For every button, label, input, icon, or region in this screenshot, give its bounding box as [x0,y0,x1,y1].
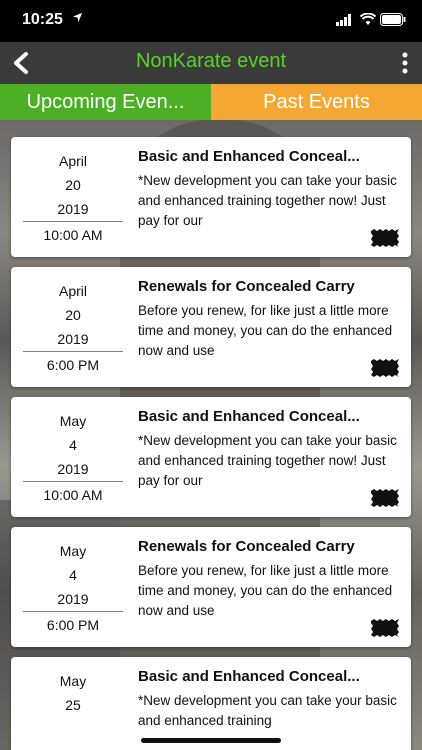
event-time: 6:00 PM [46,617,100,633]
event-time: 6:00 PM [46,357,100,373]
date-divider [23,481,123,482]
event-time: 10:00 AM [43,227,103,243]
more-options-icon[interactable] [402,51,408,75]
event-title: Basic and Enhanced Conceal... [138,408,360,425]
battery-icon [380,13,406,26]
date-divider [23,221,123,222]
event-badge-icon [371,619,399,637]
event-year: 2019 [57,331,89,347]
event-day: 25 [65,697,81,713]
event-date: May 4 2019 10:00 AM [23,409,123,507]
event-description: Before you renew, for like just a little… [138,563,393,618]
event-month: May [59,543,87,559]
event-card[interactable]: April 20 2019 6:00 PM Renewals for Conce… [11,267,411,387]
event-date: May 25 [23,669,123,717]
event-year: 2019 [57,591,89,607]
home-indicator[interactable] [141,738,281,743]
nav-bar: NonKarate event [0,42,422,84]
event-card[interactable]: May 4 2019 10:00 AM Basic and Enhanced C… [11,397,411,517]
wifi-icon [360,13,376,25]
event-date: May 4 2019 6:00 PM [23,539,123,637]
event-time: 10:00 AM [43,487,103,503]
event-description: Before you renew, for like just a little… [138,303,393,358]
status-time: 10:25 [22,11,63,28]
event-date: April 20 2019 10:00 AM [23,149,123,247]
event-badge-icon [371,359,399,377]
event-day: 4 [69,437,77,453]
location-arrow-icon [72,12,83,23]
event-title: Basic and Enhanced Conceal... [138,668,360,685]
event-description: *New development you can take your basic… [138,433,397,488]
event-day: 20 [65,177,81,193]
tab-upcoming-events[interactable]: Upcoming Even... [0,84,211,120]
event-card[interactable]: May 4 2019 6:00 PM Renewals for Conceale… [11,527,411,647]
tab-past-label: Past Events [263,90,370,113]
event-description: *New development you can take your basic… [138,173,397,228]
event-day: 4 [69,567,77,583]
cellular-signal-icon [336,14,351,26]
event-month: May [59,673,87,689]
page-title: NonKarate event [135,50,287,72]
status-bar: 10:25 [0,0,422,42]
event-year: 2019 [57,461,89,477]
event-day: 20 [65,307,81,323]
event-card[interactable]: May 25 Basic and Enhanced Conceal... *Ne… [11,657,411,750]
event-card[interactable]: April 20 2019 10:00 AM Basic and Enhance… [11,137,411,257]
event-year: 2019 [57,201,89,217]
event-tabs: Upcoming Even... Past Events [0,84,422,120]
event-month: April [58,153,87,169]
event-title: Renewals for Concealed Carry [138,278,355,295]
event-month: April [58,283,87,299]
tab-upcoming-label: Upcoming Even... [26,90,185,113]
tab-past-events[interactable]: Past Events [211,84,422,120]
event-title: Basic and Enhanced Conceal... [138,148,360,165]
event-date: April 20 2019 6:00 PM [23,279,123,377]
event-badge-icon [371,489,399,507]
date-divider [23,611,123,612]
event-badge-icon [371,229,399,247]
date-divider [23,351,123,352]
event-title: Renewals for Concealed Carry [138,538,355,555]
event-list[interactable]: April 20 2019 10:00 AM Basic and Enhance… [0,120,422,750]
event-month: May [59,413,87,429]
